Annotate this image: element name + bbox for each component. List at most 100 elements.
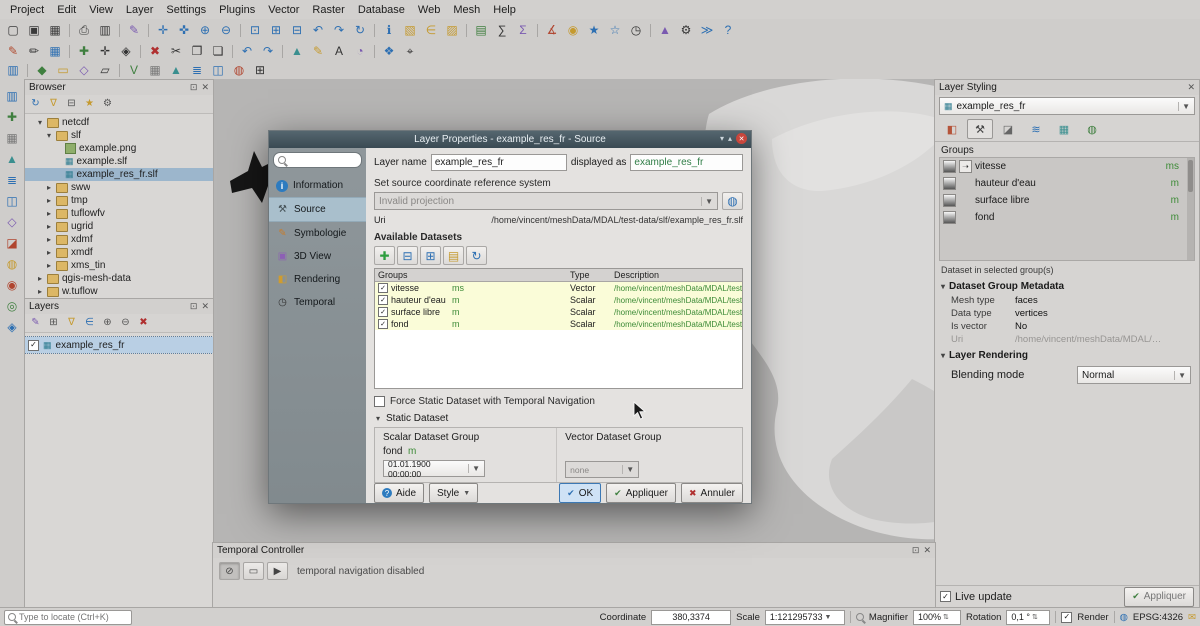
crs-status-button[interactable]: EPSG:4326: [1133, 612, 1183, 623]
tree-item-example-png[interactable]: example.png: [25, 142, 213, 155]
add-raster-layer-button[interactable]: ▦: [145, 62, 165, 79]
pan-to-selection-button[interactable]: ✜: [174, 22, 194, 39]
dataset-checkbox[interactable]: ✓: [378, 283, 388, 293]
tree-item-w-tuflow[interactable]: ▸w.tuflow: [25, 285, 213, 298]
expand-icon[interactable]: ▸: [45, 196, 53, 205]
menu-view[interactable]: View: [83, 3, 119, 17]
tree-item-ugrid[interactable]: ▸ugrid: [25, 220, 213, 233]
add-mesh-layer-button[interactable]: ▲: [166, 62, 186, 79]
help-button[interactable]: ?: [718, 22, 738, 39]
live-update-checkbox[interactable]: ✓: [940, 591, 951, 602]
vector-display-toggle-icon[interactable]: ➝: [959, 160, 972, 173]
scalar-display-toggle-icon[interactable]: [943, 160, 956, 173]
collapse-all-button[interactable]: ⊖: [117, 316, 134, 331]
add-delimited-text-layer-button[interactable]: ≣: [2, 171, 22, 189]
deselect-all-button[interactable]: ▨: [442, 22, 462, 39]
scale-select[interactable]: 1:121295733▼: [765, 610, 845, 625]
tree-item-example-slf[interactable]: ▦example.slf: [25, 155, 213, 168]
metadata-section-header[interactable]: ▾ Dataset Group Metadata: [935, 277, 1199, 294]
column-header-description[interactable]: Description: [612, 270, 742, 280]
add-vector-layer-button[interactable]: ✚: [2, 108, 22, 126]
locator-input[interactable]: [19, 612, 128, 622]
project-open-button[interactable]: ▣: [24, 22, 44, 39]
force-static-checkbox[interactable]: ✓: [374, 396, 385, 407]
open-data-source-manager-button[interactable]: ▥: [2, 87, 22, 105]
decorations-button[interactable]: ❖: [379, 43, 399, 60]
tree-item-netcdf[interactable]: ▾netcdf: [25, 116, 213, 129]
layer-labeling-button[interactable]: A: [329, 43, 349, 60]
measure-line-button[interactable]: ∡: [542, 22, 562, 39]
new-spatialite-layer-button[interactable]: ◇: [74, 62, 94, 79]
refresh-map-button[interactable]: ↻: [350, 22, 370, 39]
tree-item-xdmf[interactable]: ▸xdmf: [25, 233, 213, 246]
menu-vector[interactable]: Vector: [262, 3, 305, 17]
styling-layer-select[interactable]: ▦ example_res_fr ▼: [939, 97, 1195, 115]
zoom-in-button[interactable]: ⊕: [195, 22, 215, 39]
add-delimited-text-button[interactable]: ≣: [187, 62, 207, 79]
ok-button[interactable]: ✔ OK: [559, 483, 601, 503]
layer-visibility-checkbox[interactable]: ✓: [28, 340, 39, 351]
add-spatialite-layer-button[interactable]: ◇: [2, 213, 22, 231]
move-feature-button[interactable]: ✛: [95, 43, 115, 60]
tree-item-qgis-mesh-data[interactable]: ▸qgis-mesh-data: [25, 272, 213, 285]
remove-layer-button[interactable]: ✖: [135, 316, 152, 331]
close-panel-icon[interactable]: ✕: [201, 301, 209, 312]
locator-search[interactable]: [4, 610, 132, 625]
scalar-display-toggle-icon[interactable]: [943, 177, 956, 190]
styling-symbology-tab[interactable]: ◧: [939, 119, 965, 139]
reload-datasets-button[interactable]: ↻: [466, 246, 487, 265]
float-panel-icon[interactable]: ⊡: [912, 545, 920, 556]
vertex-tool-button[interactable]: ◈: [116, 43, 136, 60]
add-dataset-button[interactable]: ✚: [374, 246, 395, 265]
layer-rendering-section-header[interactable]: ▾ Layer Rendering: [935, 346, 1199, 363]
dataset-row-vitesse[interactable]: ✓vitessemsVector/home/vincent/meshData/M…: [375, 282, 742, 294]
temporal-controller-panel-button[interactable]: ◷: [626, 22, 646, 39]
filter-by-expression-button[interactable]: ∈: [81, 316, 98, 331]
show-layout-manager-button[interactable]: ▥: [95, 22, 115, 39]
dataset-checkbox[interactable]: ✓: [378, 307, 388, 317]
dialog-tab-rendering[interactable]: ◧Rendering: [269, 268, 366, 291]
scalar-dataset-time-select[interactable]: 01.01.1900 00:00:00 ▼: [383, 460, 485, 477]
menu-web[interactable]: Web: [412, 3, 446, 17]
browser-favorites-button[interactable]: ★: [81, 97, 98, 112]
scrollbar[interactable]: [1187, 158, 1194, 260]
add-vector-layer-button[interactable]: V: [124, 62, 144, 79]
tree-item-xmdf[interactable]: ▸xmdf: [25, 246, 213, 259]
add-oracle-layer-button[interactable]: ◍: [2, 255, 22, 273]
tree-item-tmp[interactable]: ▸tmp: [25, 194, 213, 207]
field-calculator-button[interactable]: ∑: [492, 22, 512, 39]
tree-item-sww[interactable]: ▸sww: [25, 181, 213, 194]
add-feature-button[interactable]: ✚: [74, 43, 94, 60]
add-mssql-layer-button[interactable]: ◪: [2, 234, 22, 252]
scalar-display-toggle-icon[interactable]: [943, 211, 956, 224]
tree-item-slf[interactable]: ▾slf: [25, 129, 213, 142]
blending-mode-select[interactable]: Normal ▼: [1077, 366, 1191, 384]
vector-dataset-time-select[interactable]: none ▼: [565, 461, 639, 478]
tree-item-example-res-fr-slf[interactable]: ▦example_res_fr.slf: [25, 168, 213, 181]
style-manager-button[interactable]: ✎: [124, 22, 144, 39]
project-new-button[interactable]: ▢: [3, 22, 23, 39]
dialog-tab-source[interactable]: ⚒Source: [269, 197, 366, 222]
styling-globe-tab[interactable]: ◍: [1079, 119, 1105, 139]
zoom-to-selection-button[interactable]: ⊞: [266, 22, 286, 39]
redo-button[interactable]: ↷: [258, 43, 278, 60]
render-checkbox[interactable]: ✓: [1061, 612, 1072, 623]
crs-select[interactable]: Invalid projection ▼: [374, 192, 718, 210]
expand-icon[interactable]: ▸: [45, 235, 53, 244]
expand-icon[interactable]: ▸: [45, 261, 53, 270]
undo-button[interactable]: ↶: [237, 43, 257, 60]
filter-legend-button[interactable]: ∇: [63, 316, 80, 331]
collapse-icon[interactable]: ▾: [374, 414, 382, 423]
tree-item-tuflowfv[interactable]: ▸tuflowfv: [25, 207, 213, 220]
displayed-as-field[interactable]: example_res_fr: [630, 154, 743, 171]
layer-diagrams-button[interactable]: ◔: [350, 43, 370, 60]
browser-refresh-button[interactable]: ↻: [27, 97, 44, 112]
help-button[interactable]: ? Aide: [374, 483, 424, 503]
zoom-full-button[interactable]: ⊡: [245, 22, 265, 39]
new-bookmark-button[interactable]: ★: [584, 22, 604, 39]
dialog-tab-temporal[interactable]: ◷Temporal: [269, 291, 366, 314]
float-panel-icon[interactable]: ⊡: [190, 301, 198, 312]
open-layer-styling-panel-button[interactable]: ✎: [27, 316, 44, 331]
tree-item-xms-tin[interactable]: ▸xms_tin: [25, 259, 213, 272]
column-header-groups[interactable]: Groups: [375, 270, 570, 280]
